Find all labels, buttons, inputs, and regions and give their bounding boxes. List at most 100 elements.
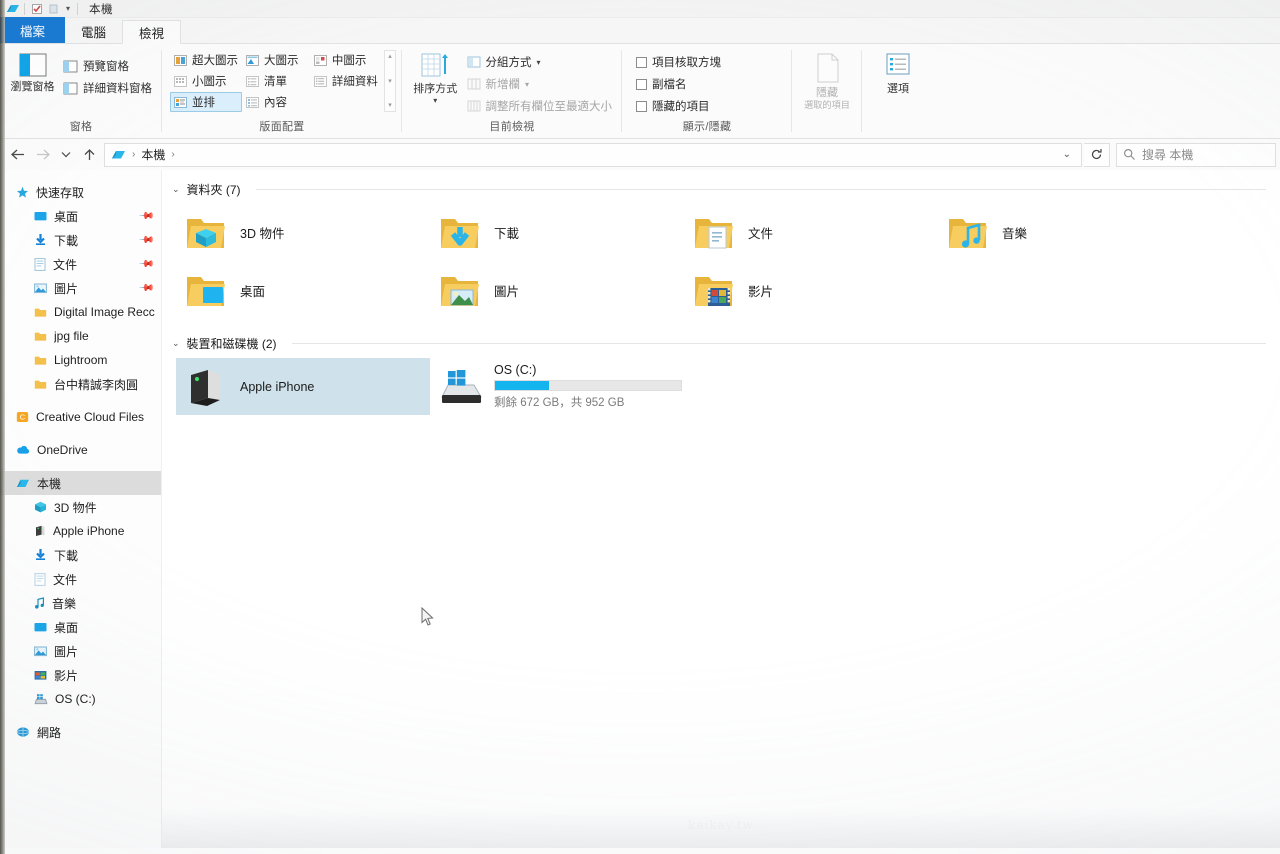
sidebar-item-downloads[interactable]: 下載 📌 [0, 228, 161, 252]
item-3d-objects[interactable]: 3D 物件 [176, 204, 430, 261]
chevron-down-icon[interactable]: ⌄ [172, 184, 180, 195]
item-os-c[interactable]: OS (C:) 剩餘 672 GB，共 952 GB [430, 358, 730, 415]
breadcrumb-separator-1[interactable]: › [169, 149, 176, 160]
sidebar-item-3d-objects[interactable]: 3D 物件 [0, 495, 161, 519]
sidebar-item-this-pc[interactable]: 本機 [0, 471, 161, 495]
sidebar-gap-4 [0, 711, 161, 720]
properties-icon[interactable] [28, 1, 45, 17]
pin-icon[interactable]: 📌 [137, 256, 154, 273]
item-desktop[interactable]: 桌面 [176, 262, 430, 319]
file-extensions-checkbox[interactable] [636, 78, 647, 90]
sidebar-item-downloads-pc[interactable]: 下載 [0, 543, 161, 567]
sidebar-item-taichung-folder[interactable]: 台中精誠李肉圓 [0, 372, 161, 396]
layout-list[interactable]: 清單 [242, 71, 310, 91]
customize-toolbar-icon[interactable]: ▾ [62, 4, 74, 13]
folder-pictures-icon [436, 267, 484, 315]
tab-file[interactable]: 檔案 [0, 17, 66, 43]
layout-tiles[interactable]: 並排 [170, 92, 242, 112]
layout-small-icons[interactable]: 小圖示 [170, 71, 242, 91]
group-header-devices-and-drives[interactable]: ⌄ 裝置和磁碟機 (2) [162, 332, 1280, 354]
sidebar-item-lightroom[interactable]: Lightroom [0, 348, 161, 372]
item-checkboxes-checkbox[interactable] [636, 56, 647, 68]
item-documents[interactable]: 文件 [684, 204, 938, 261]
layout-large-icons-label: 大圖示 [264, 55, 299, 67]
pictures-icon [34, 283, 47, 294]
gallery-scroll-up-icon[interactable]: ▴ [388, 51, 392, 62]
sort-by-button[interactable]: 排序方式 ▾ [408, 50, 463, 105]
item-videos[interactable]: 影片 [684, 262, 938, 319]
group-header-devices-label: 裝置和磁碟機 (2) [186, 336, 277, 351]
search-input[interactable]: 搜尋 本機 [1116, 142, 1276, 167]
sidebar-item-documents-pc[interactable]: 文件 [0, 567, 161, 591]
layout-content[interactable]: 內容 [242, 92, 310, 112]
breadcrumb[interactable]: › 本機 › ⌄ [104, 142, 1082, 167]
back-button[interactable] [4, 142, 30, 168]
layout-extra-large-icons[interactable]: 超大圖示 [170, 50, 242, 70]
sidebar-item-quick-access[interactable]: 快速存取 [0, 180, 161, 204]
layout-details[interactable]: 詳細資料 [310, 71, 382, 91]
titlebar-divider-2 [77, 2, 79, 15]
preview-pane-button[interactable]: 預覽窗格 [59, 56, 156, 76]
watermark-url: kaikay.tw [688, 818, 754, 832]
gallery-scroll-down-icon[interactable]: ▾ [388, 76, 392, 87]
file-extensions-option[interactable]: 副檔名 [632, 74, 725, 94]
sidebar-item-music[interactable]: 音樂 [0, 591, 161, 615]
layout-gallery-scrollbar[interactable]: ▴ ▾ ▾ [383, 50, 396, 112]
sidebar-item-documents[interactable]: 文件 📌 [0, 252, 161, 276]
group-by-button[interactable]: 分組方式 ▾ [463, 52, 617, 72]
sidebar-item-pictures[interactable]: 圖片 📌 [0, 276, 161, 300]
hidden-items-checkbox[interactable] [636, 100, 647, 112]
breadcrumb-item-this-pc[interactable]: 本機 [141, 146, 165, 163]
layout-medium-icons[interactable]: 中圖示 [310, 50, 382, 70]
sidebar-item-apple-iphone[interactable]: Apple iPhone [0, 519, 161, 543]
sidebar-item-network[interactable]: 網路 [0, 720, 161, 744]
details-pane-button[interactable]: 詳細資料窗格 [59, 78, 156, 98]
sort-by-dropdown-icon[interactable]: ▾ [433, 96, 437, 105]
sidebar-item-videos[interactable]: 影片 [0, 663, 161, 687]
hide-selected-icon [812, 52, 842, 84]
tab-computer[interactable]: 電腦 [65, 19, 122, 43]
layout-large-icons[interactable]: 大圖示 [242, 50, 310, 70]
sidebar-item-digital-image-recovery[interactable]: Digital Image Recc [0, 300, 161, 324]
add-columns-button: 新增欄 ▾ [463, 74, 617, 94]
address-dropdown-icon[interactable]: ⌄ [1063, 149, 1075, 160]
sidebar-label-network: 網路 [37, 725, 62, 740]
item-checkboxes-option[interactable]: 項目核取方塊 [632, 52, 725, 72]
breadcrumb-separator-0[interactable]: › [130, 149, 137, 160]
group-header-folders[interactable]: ⌄ 資料夾 (7) [162, 178, 1280, 200]
group-by-dropdown-icon[interactable]: ▾ [537, 58, 541, 67]
drive-capacity-bar [494, 380, 682, 391]
gallery-more-icon[interactable]: ▾ [388, 100, 392, 111]
recent-locations-button[interactable] [56, 142, 76, 168]
refresh-button[interactable] [1084, 142, 1110, 167]
item-music[interactable]: 音樂 [938, 204, 1192, 261]
pin-icon[interactable]: 📌 [137, 208, 154, 225]
pin-icon[interactable]: 📌 [137, 280, 154, 297]
sidebar-item-creative-cloud-files[interactable]: C Creative Cloud Files [0, 405, 161, 429]
item-downloads[interactable]: 下載 [430, 204, 684, 261]
sidebar-item-desktop-pc[interactable]: 桌面 [0, 615, 161, 639]
explorer-icon[interactable] [4, 1, 21, 17]
new-folder-icon[interactable] [45, 1, 62, 17]
sidebar-item-pictures-pc[interactable]: 圖片 [0, 639, 161, 663]
chevron-down-icon[interactable]: ⌄ [172, 338, 180, 349]
item-apple-iphone[interactable]: Apple iPhone [176, 358, 430, 415]
sidebar-item-onedrive[interactable]: OneDrive [0, 438, 161, 462]
sidebar-item-desktop[interactable]: 桌面 📌 [0, 204, 161, 228]
options-button[interactable]: 選項 [868, 50, 928, 96]
sidebar-item-jpg-file[interactable]: jpg file [0, 324, 161, 348]
options-spacer [862, 122, 934, 138]
title-bar: ▾ 本機 [0, 0, 1280, 18]
sidebar-label-downloads-pc: 下載 [54, 548, 79, 563]
forward-button[interactable] [30, 142, 56, 168]
small-icons-icon [174, 75, 187, 87]
item-pictures[interactable]: 圖片 [430, 262, 684, 319]
file-list-view[interactable]: ⌄ 資料夾 (7) 3D 物件 下載 文件 音樂 桌面 圖片 影片 ⌄ 裝置和磁… [162, 170, 1280, 848]
sidebar-item-os-c[interactable]: OS (C:) [0, 687, 161, 711]
sidebar-gap-3 [0, 462, 161, 471]
up-button[interactable] [76, 142, 102, 168]
hidden-items-option[interactable]: 隱藏的項目 [632, 96, 725, 116]
tab-view[interactable]: 檢視 [122, 20, 182, 44]
pin-icon[interactable]: 📌 [137, 232, 154, 249]
navigation-pane-button[interactable]: 瀏覽窗格 [6, 50, 59, 94]
